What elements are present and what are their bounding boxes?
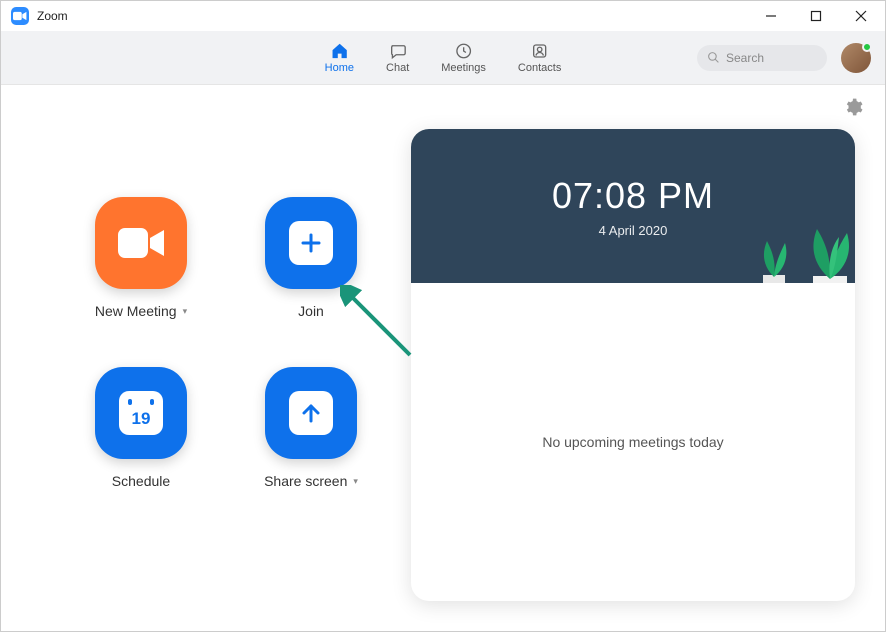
join-button[interactable]: Join [241, 197, 381, 347]
action-grid: New Meeting ▾ Join 19 Schedule [71, 129, 381, 601]
toolbar: Home Chat Meetings Contacts Search [1, 31, 885, 85]
clock-date: 4 April 2020 [599, 223, 668, 238]
presence-indicator [862, 42, 872, 52]
gear-icon [843, 97, 863, 117]
video-icon [115, 224, 167, 262]
calendar-panel: 07:08 PM 4 April 2020 No upcoming meetin… [411, 129, 855, 601]
schedule-tile: 19 [95, 367, 187, 459]
tab-label: Chat [386, 62, 409, 74]
contacts-icon [531, 42, 549, 60]
main-content: New Meeting ▾ Join 19 Schedule [1, 129, 885, 631]
calendar-card[interactable]: 07:08 PM 4 April 2020 No upcoming meetin… [411, 129, 855, 601]
tab-meetings[interactable]: Meetings [441, 42, 486, 74]
action-label: Schedule [112, 473, 170, 489]
search-icon [707, 51, 720, 64]
tab-label: Contacts [518, 62, 561, 74]
search-placeholder: Search [726, 51, 764, 65]
search-input[interactable]: Search [697, 45, 827, 71]
calendar-body: No upcoming meetings today [411, 283, 855, 601]
action-label: Join [298, 303, 324, 319]
profile-button[interactable] [841, 43, 871, 73]
window-title: Zoom [37, 9, 68, 23]
home-icon [330, 42, 348, 60]
tab-home[interactable]: Home [325, 42, 354, 74]
chevron-down-icon[interactable]: ▾ [183, 306, 188, 317]
chat-icon [389, 42, 407, 60]
zoom-logo-icon [11, 7, 29, 25]
settings-row [1, 85, 885, 129]
arrow-up-icon [289, 391, 333, 435]
share-screen-button[interactable]: Share screen ▾ [241, 367, 381, 517]
window-controls [748, 1, 883, 31]
tab-contacts[interactable]: Contacts [518, 42, 561, 74]
action-label: New Meeting ▾ [95, 303, 187, 319]
tab-chat[interactable]: Chat [386, 42, 409, 74]
nav-tabs: Home Chat Meetings Contacts [325, 42, 562, 74]
calendar-header: 07:08 PM 4 April 2020 [411, 129, 855, 283]
titlebar: Zoom [1, 1, 885, 31]
toolbar-right: Search [697, 43, 871, 73]
action-label: Share screen ▾ [264, 473, 358, 489]
share-screen-tile [265, 367, 357, 459]
settings-button[interactable] [843, 97, 863, 117]
clock-icon [455, 42, 473, 60]
maximize-button[interactable] [793, 1, 838, 31]
join-tile [265, 197, 357, 289]
clock-time: 07:08 PM [552, 175, 714, 217]
calendar-icon: 19 [119, 391, 163, 435]
calendar-empty-text: No upcoming meetings today [542, 434, 723, 450]
close-button[interactable] [838, 1, 883, 31]
tab-label: Meetings [441, 62, 486, 74]
plus-icon [289, 221, 333, 265]
schedule-button[interactable]: 19 Schedule [71, 367, 211, 517]
tab-label: Home [325, 62, 354, 74]
titlebar-left: Zoom [11, 7, 68, 25]
plant-decoration-icon [749, 227, 799, 283]
plant-decoration-icon [795, 211, 855, 283]
new-meeting-button[interactable]: New Meeting ▾ [71, 197, 211, 347]
chevron-down-icon[interactable]: ▾ [353, 476, 358, 487]
new-meeting-tile [95, 197, 187, 289]
minimize-button[interactable] [748, 1, 793, 31]
